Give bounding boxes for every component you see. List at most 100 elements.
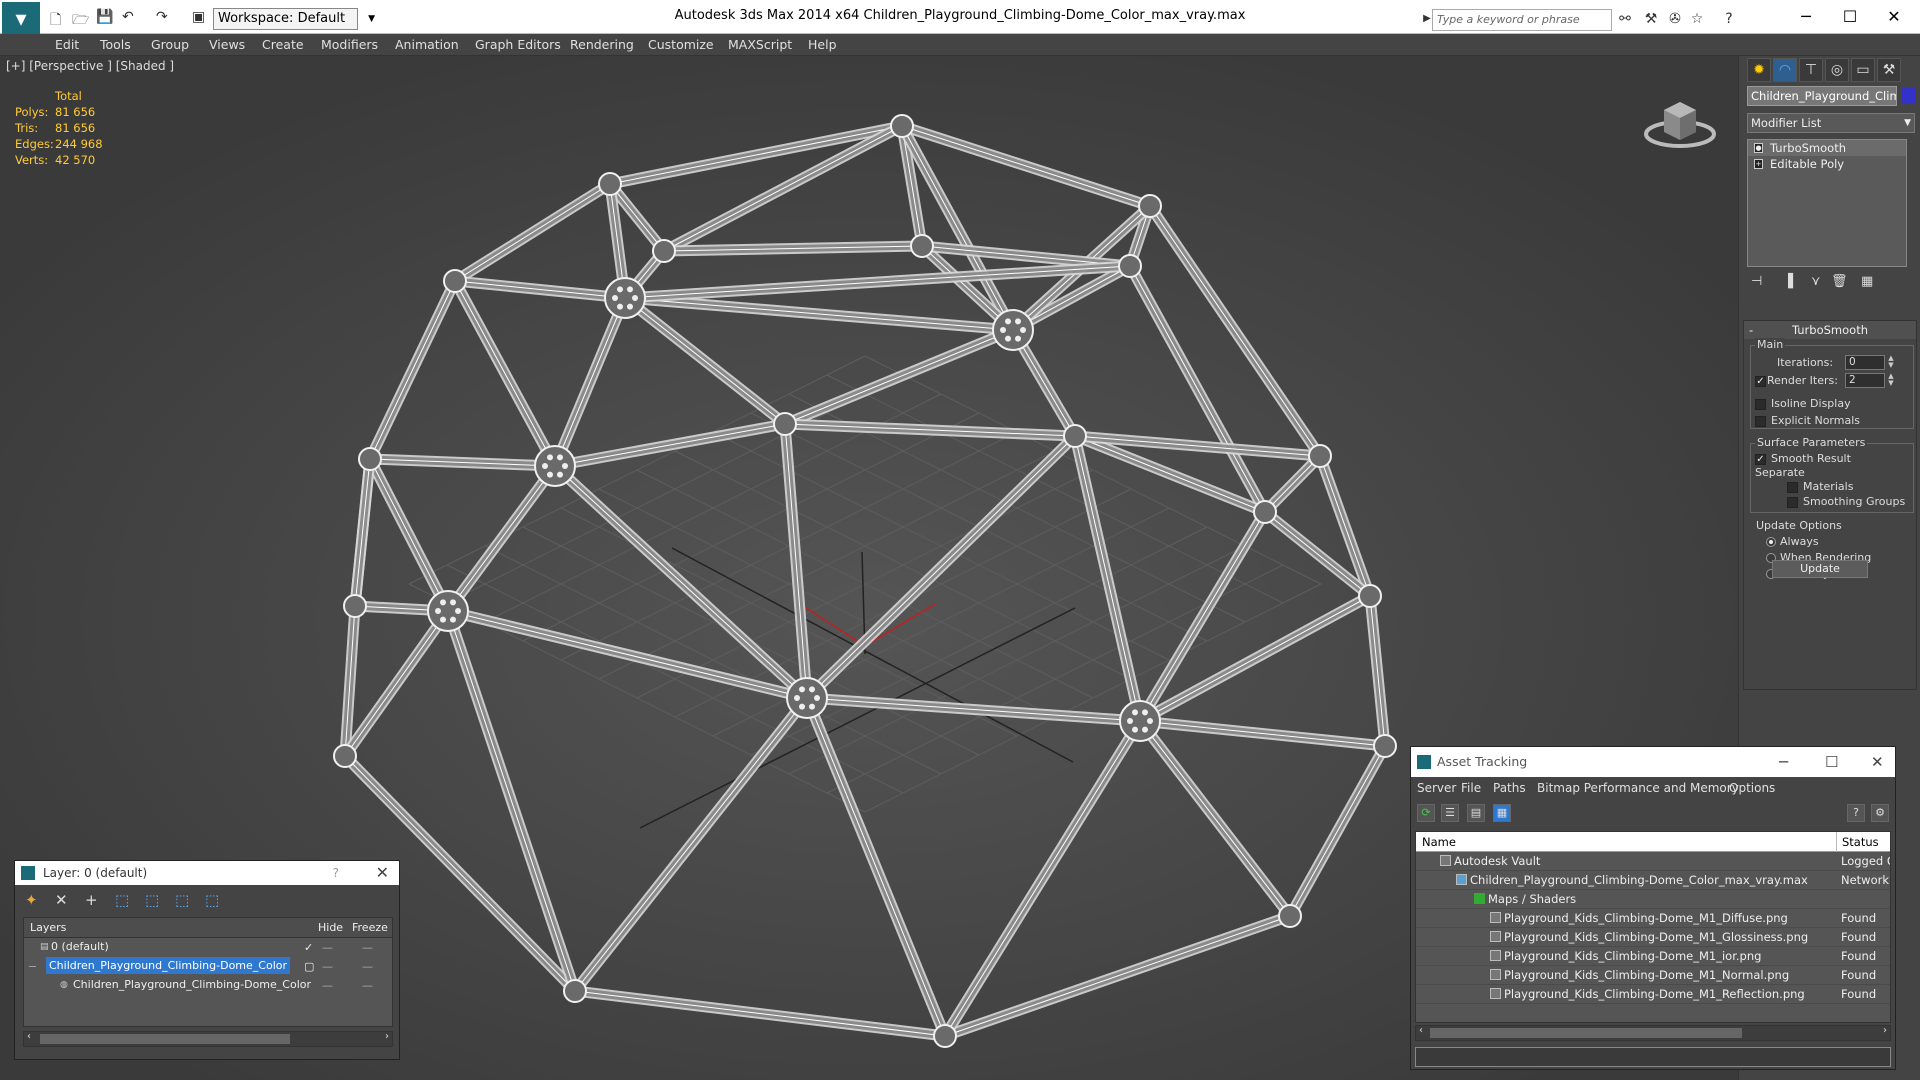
help-icon[interactable]: ? [1720, 10, 1738, 28]
menu-graph-editors[interactable]: Graph Editors [475, 37, 561, 52]
show-end-result-icon[interactable]: ▐ [1783, 274, 1793, 289]
materials-checkbox[interactable] [1787, 482, 1798, 493]
freeze-toggle[interactable]: — [362, 938, 373, 957]
minimize-button[interactable]: ─ [1784, 4, 1828, 30]
object-name-field[interactable]: Children_Playground_Climbing [1747, 86, 1897, 106]
render-iters-checkbox[interactable]: ✓ [1755, 376, 1766, 387]
search-input[interactable]: Type a keyword or phrase [1432, 9, 1612, 31]
layer-row-dome[interactable]: − Children_Playground_Climbing-Dome_Colo… [24, 957, 392, 976]
motion-tab-icon[interactable]: ◎ [1825, 58, 1849, 82]
rollout-title[interactable]: - TurboSmooth [1744, 321, 1916, 339]
menu-server[interactable]: Server [1417, 781, 1456, 795]
smooth-result-checkbox[interactable]: ✓ [1755, 454, 1766, 465]
asset-title-bar[interactable]: Asset Tracking ─ ☐ ✕ [1411, 747, 1895, 777]
list-view-icon[interactable]: ☰ [1441, 804, 1459, 822]
scroll-left-icon[interactable]: ‹ [1419, 1025, 1423, 1036]
menu-modifiers[interactable]: Modifiers [321, 37, 378, 52]
current-layer-check-icon[interactable]: ✓ [304, 938, 313, 957]
project-folder-icon[interactable]: ▣ [192, 9, 205, 27]
col-freeze[interactable]: Freeze [352, 918, 388, 938]
display-tab-icon[interactable]: ▭ [1851, 58, 1875, 82]
table-view-icon[interactable]: ▦ [1493, 804, 1511, 822]
modify-tab-icon[interactable]: ◠ [1773, 58, 1797, 82]
open-file-icon[interactable]: 🗁 [72, 9, 89, 28]
spinner-arrows-icon[interactable]: ▲ ▼ [1887, 373, 1895, 388]
menu-maxscript[interactable]: MAXScript [728, 37, 792, 52]
save-icon[interactable]: 💾 [96, 9, 113, 27]
create-layer-icon[interactable]: ✦ [25, 891, 38, 909]
workspace-dropdown[interactable]: Workspace: Default ▼ [213, 8, 375, 30]
viewport-label[interactable]: [+] [Perspective ] [Shaded ] [6, 59, 174, 73]
freeze-all-icon[interactable]: ⬚ [205, 891, 219, 909]
iterations-input[interactable]: 0 [1845, 355, 1885, 370]
menu-edit[interactable]: Edit [55, 37, 79, 52]
create-tab-icon[interactable]: ✹ [1747, 58, 1771, 82]
isoline-display-checkbox[interactable] [1755, 399, 1766, 410]
layer-row-default[interactable]: 0 (default) ▤ ✓ — — [24, 938, 392, 957]
viewcube-icon[interactable] [1640, 86, 1720, 156]
explicit-normals-checkbox[interactable] [1755, 416, 1766, 427]
maximize-button[interactable]: ☐ [1828, 4, 1872, 30]
delete-layer-icon[interactable]: ✕ [55, 891, 68, 909]
scroll-left-icon[interactable]: ‹ [27, 1031, 31, 1042]
app-logo-icon[interactable]: ▾ [2, 2, 40, 38]
scrollbar-thumb[interactable] [1430, 1028, 1742, 1038]
table-row[interactable]: Playground_Kids_Climbing-Dome_M1_Normal.… [1416, 966, 1890, 985]
expand-icon[interactable]: + [1754, 159, 1763, 169]
hide-toggle[interactable]: — [322, 957, 333, 976]
undo-icon[interactable]: ↶ [122, 9, 134, 27]
settings-icon[interactable]: ⚙ [1871, 804, 1889, 822]
subscription-icon[interactable]: ✇ [1666, 10, 1684, 28]
col-layers[interactable]: Layers [30, 918, 66, 938]
stack-item-editable-poly[interactable]: + Editable Poly [1748, 156, 1906, 172]
star-icon[interactable]: ☆ [1688, 10, 1706, 28]
close-icon[interactable]: ✕ [1871, 747, 1884, 777]
remove-modifier-icon[interactable]: 🗑 [1831, 274, 1848, 289]
modifier-list-dropdown[interactable]: Modifier List ▼ [1747, 113, 1915, 133]
col-status[interactable]: Status [1842, 832, 1879, 852]
bulb-icon[interactable]: ● [1754, 143, 1763, 153]
redo-icon[interactable]: ↷ [156, 9, 168, 27]
menu-paths[interactable]: Paths [1493, 781, 1526, 795]
collapse-icon[interactable]: − [28, 957, 37, 976]
col-hide[interactable]: Hide [318, 918, 343, 938]
menu-file[interactable]: File [1461, 781, 1481, 795]
menu-group[interactable]: Group [151, 37, 189, 52]
always-radio[interactable] [1766, 537, 1776, 547]
configure-sets-icon[interactable]: ▦ [1861, 274, 1873, 289]
hierarchy-tab-icon[interactable]: ⊤ [1799, 58, 1823, 82]
scroll-right-icon[interactable]: › [385, 1031, 389, 1042]
menu-customize[interactable]: Customize [648, 37, 714, 52]
make-unique-icon[interactable]: ⋎ [1811, 274, 1821, 289]
menu-bitmap-performance[interactable]: Bitmap Performance and Memory [1537, 781, 1739, 795]
menu-views[interactable]: Views [209, 37, 245, 52]
minimize-icon[interactable]: ─ [1779, 747, 1788, 777]
maximize-icon[interactable]: ☐ [1825, 747, 1838, 777]
menu-tools[interactable]: Tools [100, 37, 131, 52]
pin-stack-icon[interactable]: ⊣ [1751, 274, 1762, 289]
asset-path-field[interactable] [1415, 1047, 1891, 1067]
menu-help[interactable]: Help [808, 37, 837, 52]
smoothing-groups-checkbox[interactable] [1787, 497, 1798, 508]
table-row[interactable]: Playground_Kids_Climbing-Dome_M1_ior.png… [1416, 947, 1890, 966]
close-button[interactable]: ✕ [1872, 4, 1916, 30]
spinner-arrows-icon[interactable]: ▲ ▼ [1887, 355, 1895, 370]
layer-row-object[interactable]: ◍ Children_Playground_Climbing-Dome_Colo… [24, 976, 392, 995]
freeze-toggle[interactable]: — [362, 976, 373, 995]
scroll-right-icon[interactable]: › [1883, 1025, 1887, 1036]
hide-all-icon[interactable]: ⬚ [175, 891, 189, 909]
utilities-tab-icon[interactable]: ⚒ [1877, 58, 1901, 82]
col-name[interactable]: Name [1422, 832, 1456, 852]
detail-view-icon[interactable]: ▤ [1467, 804, 1485, 822]
help-icon[interactable]: ? [1847, 804, 1865, 822]
menu-animation[interactable]: Animation [395, 37, 459, 52]
render-iters-input[interactable]: 2 [1845, 373, 1885, 388]
menu-options[interactable]: Options [1729, 781, 1775, 795]
select-objects-icon[interactable]: ⬚ [115, 891, 129, 909]
menu-rendering[interactable]: Rendering [570, 37, 634, 52]
binoculars-icon[interactable]: ⚯ [1616, 10, 1634, 28]
new-file-icon[interactable]: 🗋 [50, 9, 61, 28]
scrollbar-thumb[interactable] [40, 1034, 290, 1044]
refresh-icon[interactable]: ⟳ [1417, 804, 1435, 822]
horizontal-scrollbar[interactable]: ‹ › [1415, 1025, 1891, 1041]
